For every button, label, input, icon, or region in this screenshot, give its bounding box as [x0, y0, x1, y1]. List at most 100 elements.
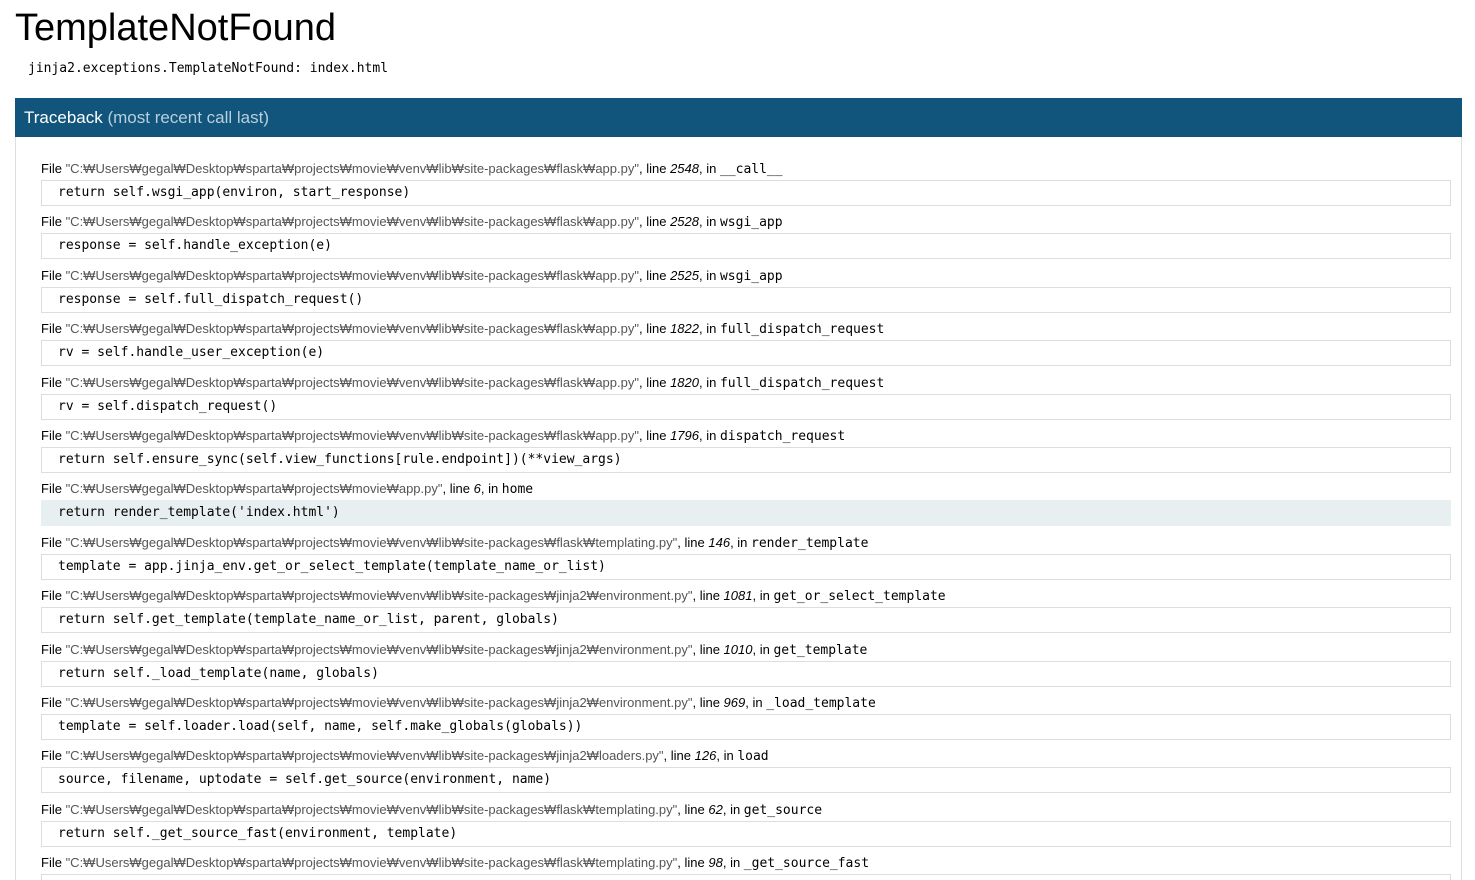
- function-name: get_source: [743, 803, 823, 818]
- line-number: 2548: [670, 161, 699, 176]
- source-line[interactable]: return render_template('index.html'): [41, 500, 1451, 526]
- file-label: File: [41, 855, 66, 870]
- line-label: line: [646, 268, 671, 283]
- error-message: jinja2.exceptions.TemplateNotFound: inde…: [28, 61, 389, 76]
- line-label: line: [699, 695, 724, 710]
- source-line[interactable]: rv = self.handle_user_exception(e): [41, 340, 1451, 366]
- source-line[interactable]: return self.ensure_sync(self.view_functi…: [41, 447, 1451, 473]
- line-number: 2528: [670, 214, 699, 229]
- line-number: 1820: [670, 375, 699, 390]
- file-path: "C:₩Users₩gegal₩Desktop₩sparta₩projects₩…: [65, 161, 639, 176]
- function-name: wsgi_app: [719, 215, 783, 230]
- file-path: "C:₩Users₩gegal₩Desktop₩sparta₩projects₩…: [65, 695, 693, 710]
- function-name: dispatch_request: [719, 429, 846, 444]
- frame-header: File "C:₩Users₩gegal₩Desktop₩sparta₩proj…: [41, 481, 534, 497]
- in-label: in: [706, 428, 720, 443]
- traceback-frame[interactable]: File "C:₩Users₩gegal₩Desktop₩sparta₩proj…: [41, 321, 1451, 366]
- file-path: "C:₩Users₩gegal₩Desktop₩sparta₩projects₩…: [65, 855, 678, 870]
- line-label: line: [684, 855, 709, 870]
- in-label: in: [706, 214, 720, 229]
- line-label: line: [449, 481, 474, 496]
- file-path: "C:₩Users₩gegal₩Desktop₩sparta₩projects₩…: [65, 375, 639, 390]
- in-label: in: [759, 588, 774, 603]
- function-name: wsgi_app: [719, 269, 783, 284]
- source-line[interactable]: raise TemplateNotFound(template): [41, 874, 1451, 880]
- frame-header: File "C:₩Users₩gegal₩Desktop₩sparta₩proj…: [41, 535, 869, 551]
- line-label: line: [699, 588, 724, 603]
- traceback-frame[interactable]: File "C:₩Users₩gegal₩Desktop₩sparta₩proj…: [41, 214, 1451, 259]
- function-name: _get_source_fast: [743, 856, 870, 871]
- traceback-frame[interactable]: File "C:₩Users₩gegal₩Desktop₩sparta₩proj…: [41, 375, 1451, 420]
- traceback-frame[interactable]: File "C:₩Users₩gegal₩Desktop₩sparta₩proj…: [41, 268, 1451, 313]
- source-line[interactable]: return self._load_template(name, globals…: [41, 661, 1451, 687]
- frame-header: File "C:₩Users₩gegal₩Desktop₩sparta₩proj…: [41, 268, 783, 284]
- file-label: File: [41, 695, 66, 710]
- file-path: "C:₩Users₩gegal₩Desktop₩sparta₩projects₩…: [65, 321, 639, 336]
- source-line[interactable]: template = app.jinja_env.get_or_select_t…: [41, 554, 1451, 580]
- line-number: 62: [708, 802, 723, 817]
- file-path: "C:₩Users₩gegal₩Desktop₩sparta₩projects₩…: [65, 481, 443, 496]
- file-label: File: [41, 321, 66, 336]
- traceback-frame[interactable]: File "C:₩Users₩gegal₩Desktop₩sparta₩proj…: [41, 428, 1451, 473]
- in-label: in: [706, 161, 720, 176]
- source-line[interactable]: return self.wsgi_app(environ, start_resp…: [41, 180, 1451, 206]
- line-number: 1796: [670, 428, 699, 443]
- file-label: File: [41, 748, 66, 763]
- frame-header: File "C:₩Users₩gegal₩Desktop₩sparta₩proj…: [41, 428, 846, 444]
- file-label: File: [41, 535, 66, 550]
- traceback-frame[interactable]: File "C:₩Users₩gegal₩Desktop₩sparta₩proj…: [41, 535, 1451, 580]
- line-number: 1081: [723, 588, 753, 603]
- function-name: full_dispatch_request: [719, 376, 885, 391]
- frame-header: File "C:₩Users₩gegal₩Desktop₩sparta₩proj…: [41, 642, 868, 658]
- traceback-frame[interactable]: File "C:₩Users₩gegal₩Desktop₩sparta₩proj…: [41, 161, 1451, 206]
- line-label: line: [684, 535, 709, 550]
- file-path: "C:₩Users₩gegal₩Desktop₩sparta₩projects₩…: [65, 642, 693, 657]
- in-label: in: [752, 695, 767, 710]
- source-line[interactable]: rv = self.dispatch_request(): [41, 394, 1451, 420]
- source-line[interactable]: response = self.full_dispatch_request(): [41, 287, 1451, 313]
- file-label: File: [41, 802, 66, 817]
- traceback-header: Traceback (most recent call last): [15, 98, 1462, 137]
- frame-header: File "C:₩Users₩gegal₩Desktop₩sparta₩proj…: [41, 695, 876, 711]
- traceback-subheading: (most recent call last): [107, 108, 270, 127]
- source-line[interactable]: template = self.loader.load(self, name, …: [41, 714, 1451, 740]
- source-line[interactable]: return self.get_template(template_name_o…: [41, 607, 1451, 633]
- frame-header: File "C:₩Users₩gegal₩Desktop₩sparta₩proj…: [41, 214, 783, 230]
- traceback-frame[interactable]: File "C:₩Users₩gegal₩Desktop₩sparta₩proj…: [41, 855, 1451, 880]
- frame-header: File "C:₩Users₩gegal₩Desktop₩sparta₩proj…: [41, 588, 946, 604]
- traceback-frame[interactable]: File "C:₩Users₩gegal₩Desktop₩sparta₩proj…: [41, 642, 1451, 687]
- frame-header: File "C:₩Users₩gegal₩Desktop₩sparta₩proj…: [41, 855, 870, 871]
- function-name: __call__: [719, 162, 783, 177]
- traceback-frame[interactable]: File "C:₩Users₩gegal₩Desktop₩sparta₩proj…: [41, 748, 1451, 793]
- line-label: line: [670, 748, 695, 763]
- file-label: File: [41, 481, 66, 496]
- in-label: in: [730, 855, 744, 870]
- frame-header: File "C:₩Users₩gegal₩Desktop₩sparta₩proj…: [41, 321, 885, 337]
- in-label: in: [723, 748, 738, 763]
- traceback-frame[interactable]: File "C:₩Users₩gegal₩Desktop₩sparta₩proj…: [41, 802, 1451, 847]
- line-number: 98: [708, 855, 723, 870]
- source-line[interactable]: return self._get_source_fast(environment…: [41, 821, 1451, 847]
- line-label: line: [646, 321, 671, 336]
- traceback-frame[interactable]: File "C:₩Users₩gegal₩Desktop₩sparta₩proj…: [41, 588, 1451, 633]
- line-number: 2525: [670, 268, 699, 283]
- file-label: File: [41, 214, 66, 229]
- source-line[interactable]: response = self.handle_exception(e): [41, 233, 1451, 259]
- line-label: line: [646, 375, 671, 390]
- function-name: get_template: [773, 643, 868, 658]
- line-label: line: [646, 214, 671, 229]
- in-label: in: [706, 268, 720, 283]
- file-path: "C:₩Users₩gegal₩Desktop₩sparta₩projects₩…: [65, 802, 678, 817]
- frame-header: File "C:₩Users₩gegal₩Desktop₩sparta₩proj…: [41, 161, 783, 177]
- line-number: 6: [473, 481, 481, 496]
- in-label: in: [737, 535, 752, 550]
- source-line[interactable]: source, filename, uptodate = self.get_so…: [41, 767, 1451, 793]
- traceback-frame[interactable]: File "C:₩Users₩gegal₩Desktop₩sparta₩proj…: [41, 695, 1451, 740]
- error-title: TemplateNotFound: [15, 7, 337, 49]
- line-number: 969: [723, 695, 746, 710]
- line-number: 1822: [670, 321, 699, 336]
- file-label: File: [41, 428, 66, 443]
- traceback-frame[interactable]: File "C:₩Users₩gegal₩Desktop₩sparta₩proj…: [41, 481, 1451, 526]
- function-name: full_dispatch_request: [719, 322, 885, 337]
- in-label: in: [759, 642, 774, 657]
